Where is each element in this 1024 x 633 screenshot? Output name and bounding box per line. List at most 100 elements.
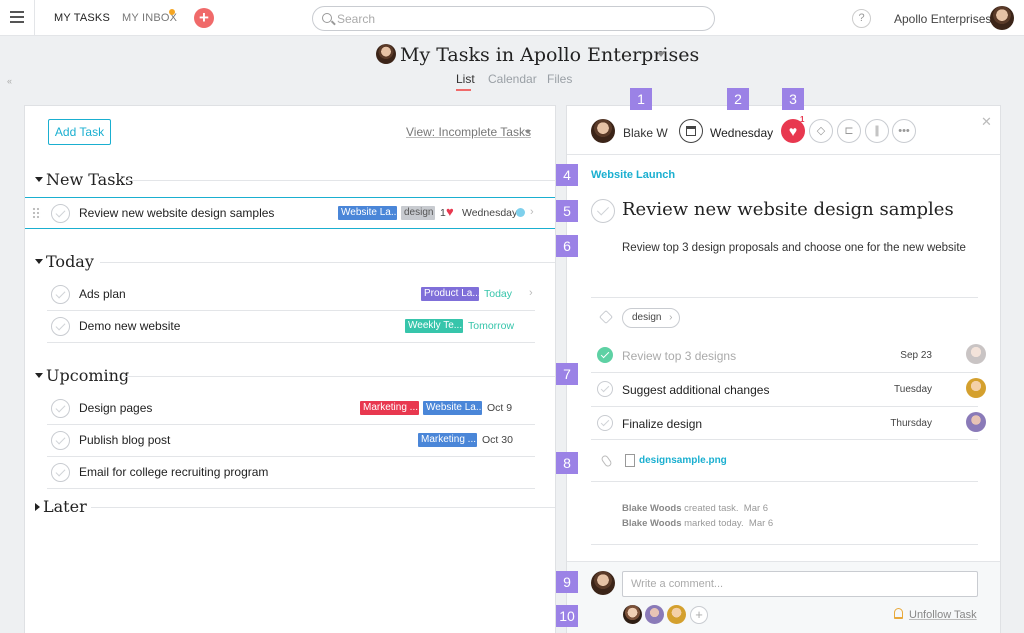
chevron-right-icon[interactable]: ›: [530, 206, 534, 218]
calendar-icon[interactable]: [679, 119, 703, 143]
view-filter-dropdown[interactable]: View: Incomplete Tasks: [406, 125, 531, 139]
comment-footer: + Unfollow Task: [567, 561, 1000, 633]
task-name: Demo new website: [79, 319, 181, 333]
subtask-due: Thursday: [890, 418, 932, 429]
due-date: Wednesday: [462, 207, 518, 219]
tag-design[interactable]: design: [622, 308, 681, 328]
tab-files[interactable]: Files: [547, 72, 572, 86]
project-tag[interactable]: Marketing ...: [418, 433, 477, 447]
task-row[interactable]: Email for college recruiting program: [47, 457, 535, 489]
task-complete-checkbox[interactable]: [51, 317, 70, 336]
due-date: Oct 9: [487, 402, 513, 414]
subtask-assignee-avatar[interactable]: [966, 378, 986, 398]
subtask-checkbox[interactable]: [597, 415, 613, 431]
attachment-icon[interactable]: ∥: [865, 119, 889, 143]
callout-3: 3: [782, 88, 804, 110]
subtask-checkbox[interactable]: [597, 347, 613, 363]
tag-design[interactable]: design: [401, 206, 435, 220]
tag-icon[interactable]: ◇: [809, 119, 833, 143]
task-complete-checkbox[interactable]: [51, 204, 70, 223]
task-complete-checkbox[interactable]: [51, 285, 70, 304]
project-tag[interactable]: Weekly Te...: [405, 319, 463, 333]
organization-switcher[interactable]: Apollo Enterprises: [894, 12, 991, 26]
follower-avatar[interactable]: [623, 605, 642, 624]
task-row[interactable]: Ads plan Product La... Today ›: [47, 279, 535, 311]
divider: [591, 481, 978, 482]
menu-icon[interactable]: [10, 11, 24, 23]
story-author[interactable]: Blake Woods: [622, 503, 681, 514]
due-date: Oct 30: [482, 434, 513, 446]
quick-add-button[interactable]: +: [194, 8, 214, 28]
search-input[interactable]: [337, 11, 697, 27]
project-tag[interactable]: Marketing ...: [360, 401, 419, 415]
unfollow-task-button[interactable]: Unfollow Task: [909, 609, 977, 621]
tab-calendar[interactable]: Calendar: [488, 72, 537, 86]
task-complete-checkbox[interactable]: [51, 463, 70, 482]
caret-down-icon[interactable]: [35, 177, 43, 182]
search-bar[interactable]: [312, 6, 715, 31]
task-row[interactable]: Publish blog post Marketing ... Oct 30: [47, 425, 535, 457]
close-icon[interactable]: ✕: [981, 114, 992, 130]
subtask-row[interactable]: Finalize design Thursday: [597, 412, 986, 436]
assignee-name[interactable]: Blake W: [623, 126, 668, 140]
follower-avatar[interactable]: [667, 605, 686, 624]
add-task-button[interactable]: Add Task: [48, 119, 111, 145]
task-name: Design pages: [79, 401, 153, 415]
section-today[interactable]: Today: [35, 252, 94, 271]
section-new-tasks[interactable]: New Tasks: [35, 170, 133, 189]
story-time: Mar 6: [743, 503, 769, 514]
task-detail-panel: Blake W Wednesday ♥ 1 ◇ ⊏ ∥ ••• ✕ Websit…: [566, 105, 1001, 633]
subtask-checkbox[interactable]: [597, 381, 613, 397]
subtask-assignee-avatar[interactable]: [966, 412, 986, 432]
project-tag[interactable]: Website La...: [423, 401, 482, 415]
task-description[interactable]: Review top 3 design proposals and choose…: [622, 242, 966, 254]
drag-handle-icon[interactable]: [32, 207, 41, 219]
user-avatar[interactable]: [990, 6, 1014, 30]
task-complete-checkbox[interactable]: [591, 199, 615, 223]
caret-right-icon[interactable]: [35, 502, 40, 511]
comment-input[interactable]: [622, 571, 978, 597]
story-author[interactable]: Blake Woods: [622, 518, 681, 529]
section-later[interactable]: Later: [35, 497, 87, 516]
nav-my-tasks[interactable]: MY TASKS: [54, 12, 110, 24]
project-tag[interactable]: Product La...: [421, 287, 479, 301]
search-icon: [322, 13, 332, 23]
help-button[interactable]: ?: [852, 9, 871, 28]
subtask-icon[interactable]: ⊏: [837, 119, 861, 143]
task-complete-checkbox[interactable]: [51, 399, 70, 418]
chevron-down-icon[interactable]: [525, 130, 531, 134]
project-tag[interactable]: Website La...: [338, 206, 397, 220]
add-follower-button[interactable]: +: [690, 606, 708, 624]
chevron-down-icon[interactable]: [657, 52, 665, 57]
task-row[interactable]: Demo new website Weekly Te... Tomorrow: [47, 311, 535, 343]
subtask-assignee-avatar[interactable]: [966, 344, 986, 364]
attachment-link[interactable]: designsample.png: [639, 455, 727, 466]
subtask-name: Suggest additional changes: [622, 383, 770, 397]
subtask-row[interactable]: Suggest additional changes Tuesday: [597, 378, 986, 402]
caret-down-icon[interactable]: [35, 373, 43, 378]
project-link[interactable]: Website Launch: [591, 169, 675, 181]
active-tab-indicator: [456, 89, 471, 91]
bell-icon: [894, 608, 903, 619]
task-row[interactable]: Review new website design samples Websit…: [25, 197, 555, 229]
more-options-icon[interactable]: •••: [892, 119, 916, 143]
task-complete-checkbox[interactable]: [51, 431, 70, 450]
follower-avatar[interactable]: [645, 605, 664, 624]
due-date[interactable]: Wednesday: [710, 126, 773, 140]
divider: [591, 544, 978, 545]
story-time: Mar 6: [748, 518, 774, 529]
chevron-right-icon[interactable]: ›: [529, 287, 533, 299]
section-title: Later: [43, 497, 87, 516]
task-row[interactable]: Design pages Marketing ... Website La...…: [47, 393, 535, 425]
heart-icon[interactable]: ♥: [446, 204, 454, 219]
tab-list[interactable]: List: [456, 72, 475, 86]
divider: [591, 406, 978, 407]
view-tabs: List Calendar Files: [0, 72, 1024, 92]
task-title[interactable]: Review new website design samples: [622, 199, 954, 220]
assignee-avatar[interactable]: [591, 119, 615, 143]
caret-down-icon[interactable]: [35, 259, 43, 264]
section-upcoming[interactable]: Upcoming: [35, 366, 129, 385]
subtask-row[interactable]: Review top 3 designs Sep 23: [597, 344, 986, 368]
subtask-name: Review top 3 designs: [622, 349, 737, 363]
callout-9: 9: [556, 571, 578, 593]
